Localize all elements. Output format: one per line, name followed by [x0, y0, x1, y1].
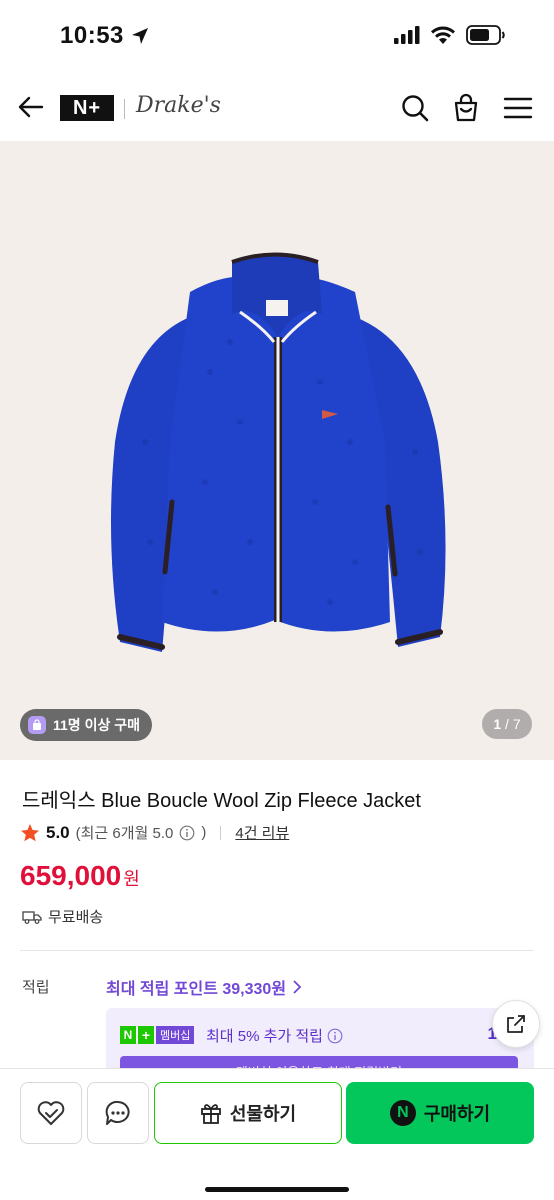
status-time-text: 10:53 — [60, 22, 124, 49]
search-icon[interactable] — [399, 92, 431, 124]
chevron-right-icon — [293, 980, 302, 994]
info-icon[interactable] — [327, 1028, 343, 1044]
points-label: 적립 — [22, 979, 50, 996]
price-value: 659,000 — [20, 860, 122, 891]
inquiry-button[interactable] — [87, 1082, 149, 1144]
cellular-signal-icon — [394, 26, 420, 44]
wishlist-button[interactable] — [20, 1082, 82, 1144]
rating-score: 5.0 — [46, 822, 70, 842]
price: 659,000 원 — [20, 860, 140, 892]
status-bar: 10:53 — [0, 0, 554, 72]
nplus-logo[interactable]: N+ — [60, 95, 114, 121]
purchase-bag-icon — [28, 716, 46, 734]
max-points-link[interactable]: 최대 적립 포인트 39,330원 — [106, 975, 302, 999]
buy-label: 구매하기 — [423, 1104, 491, 1124]
bottom-action-bar: 선물하기 N 구매하기 — [0, 1068, 554, 1200]
logo-divider — [124, 99, 125, 119]
section-divider — [20, 950, 534, 951]
image-page-indicator: 1 / 7 — [482, 709, 532, 739]
rating-row: 5.0 (최근 6개월 5.0 ) 4건 리뷰 — [20, 822, 289, 843]
star-icon — [21, 823, 39, 841]
naver-pay-icon: N — [389, 1100, 416, 1126]
chat-bubble-icon — [105, 1100, 130, 1125]
jacket-image — [111, 252, 446, 652]
gift-button[interactable]: 선물하기 — [154, 1082, 342, 1144]
heart-check-icon — [37, 1101, 65, 1125]
back-arrow-icon[interactable] — [16, 92, 46, 122]
product-image[interactable]: 11명 이상 구매 1 / 7 — [0, 142, 554, 760]
membership-badge-n: N — [120, 1026, 136, 1044]
product-title: 드레익스 Blue Boucle Wool Zip Fleece Jacket — [22, 790, 421, 812]
buyers-count-text: 11명 이상 구매 — [53, 717, 140, 733]
gift-icon — [200, 1104, 221, 1124]
location-arrow-icon — [131, 28, 148, 44]
wifi-icon — [431, 26, 455, 44]
status-time: 10:53 — [60, 22, 150, 50]
share-icon — [507, 1015, 525, 1033]
rating-recent-close: ) — [201, 824, 207, 841]
membership-extra: 최대 5% 추가 적립 — [206, 1025, 343, 1046]
membership-badge-plus: + — [138, 1026, 154, 1044]
membership-badge: N + 멤버십 — [120, 1026, 195, 1044]
membership-extra-text: 최대 5% 추가 적립 — [206, 1028, 323, 1045]
info-icon[interactable] — [179, 825, 195, 841]
price-unit: 원 — [123, 869, 140, 889]
max-points-text: 최대 적립 포인트 39,330원 — [106, 981, 287, 998]
home-indicator — [205, 1187, 349, 1192]
shipping-text: 무료배송 — [48, 909, 104, 926]
share-button[interactable] — [492, 1000, 540, 1048]
battery-icon — [466, 25, 505, 45]
shipping-info: 무료배송 — [22, 906, 103, 927]
membership-badge-text: 멤버십 — [156, 1026, 195, 1044]
rating-separator — [220, 825, 222, 840]
buyers-count-badge: 11명 이상 구매 — [20, 709, 152, 741]
menu-icon[interactable] — [502, 92, 534, 124]
brand-logo[interactable]: Drake's — [136, 93, 221, 118]
page-current: 1 — [493, 716, 502, 732]
reviews-link[interactable]: 4건 리뷰 — [235, 822, 289, 843]
page-total: 7 — [512, 716, 521, 732]
status-icons — [394, 25, 506, 45]
shopping-bag-icon[interactable] — [450, 92, 482, 124]
app-header: N+ Drake's — [0, 72, 554, 142]
gift-label: 선물하기 — [229, 1104, 297, 1124]
delivery-truck-icon — [22, 910, 42, 924]
rating-recent: (최근 6개월 5.0 — [75, 825, 174, 842]
buy-button[interactable]: N 구매하기 — [346, 1082, 534, 1144]
